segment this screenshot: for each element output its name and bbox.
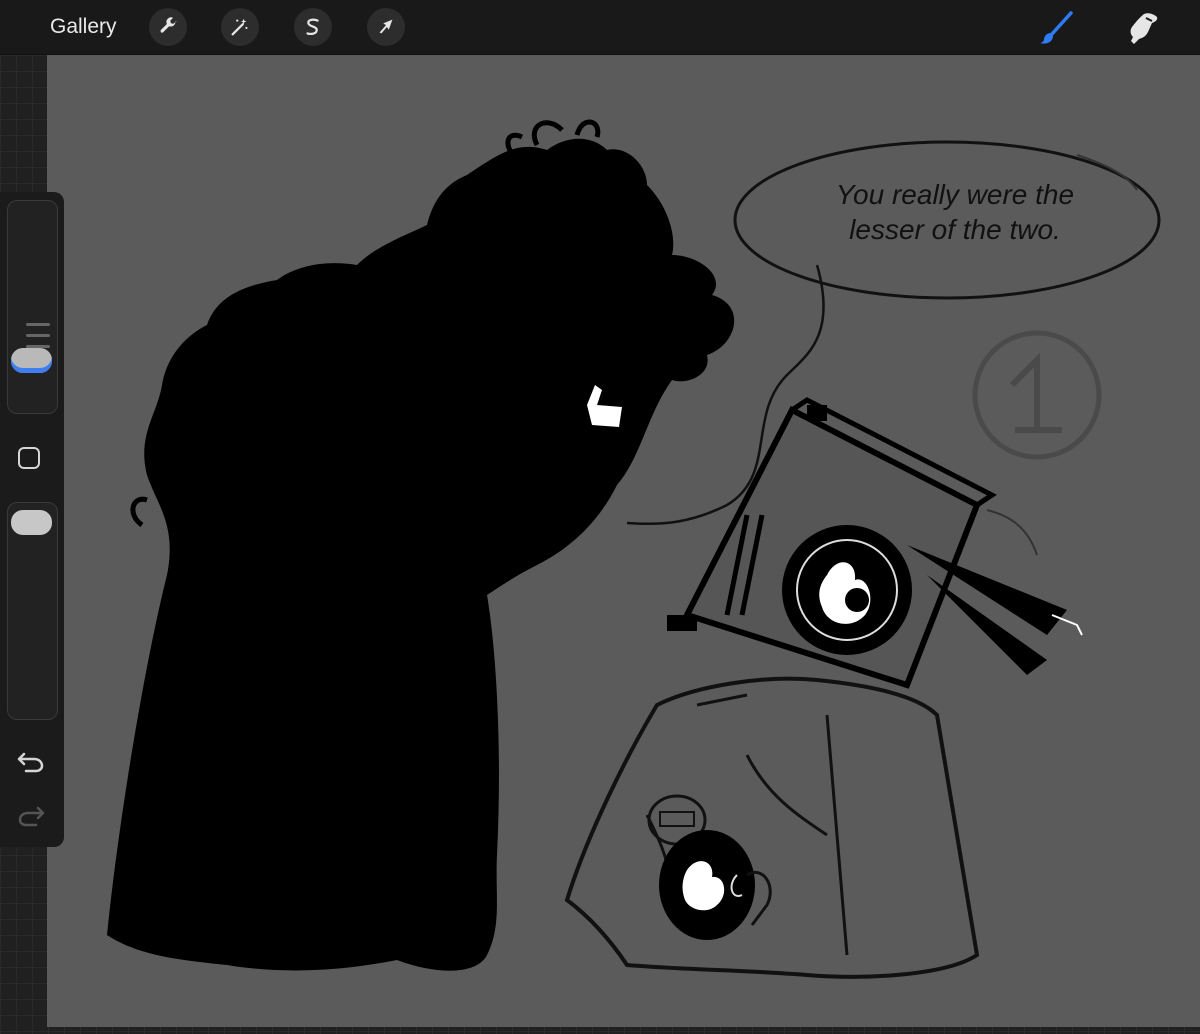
- smudge-tool-button[interactable]: [1122, 8, 1162, 48]
- brush-tool-button[interactable]: [1036, 8, 1076, 48]
- actions-wrench-button[interactable]: [149, 8, 187, 46]
- brush-icon: [1040, 11, 1073, 44]
- slider-grip-line: [26, 334, 50, 337]
- top-toolbar: Gallery: [0, 0, 1200, 55]
- wrench-icon: [160, 17, 177, 33]
- brush-size-thumb[interactable]: [11, 348, 52, 373]
- gallery-button[interactable]: Gallery: [50, 14, 117, 40]
- smudge-icon: [1130, 13, 1158, 44]
- left-sidebar: [0, 192, 64, 847]
- speech-line-1: You really were the: [835, 179, 1075, 210]
- redo-icon[interactable]: [16, 802, 46, 828]
- arrow-cursor-icon: [379, 19, 393, 34]
- magic-wand-icon: [231, 18, 248, 36]
- speech-bubble-text: You really were the lesser of the two.: [817, 177, 1093, 247]
- adjustments-wand-button[interactable]: [221, 8, 259, 46]
- transform-button[interactable]: [367, 8, 405, 46]
- brush-size-slider[interactable]: [7, 200, 58, 414]
- undo-icon[interactable]: [16, 748, 46, 774]
- slider-grip-line: [26, 323, 50, 326]
- speech-line-2: lesser of the two.: [849, 214, 1061, 245]
- opacity-thumb[interactable]: [11, 510, 52, 535]
- selection-s-icon: [306, 18, 319, 36]
- drawing-canvas[interactable]: You really were the lesser of the two.: [47, 55, 1200, 1027]
- selection-button[interactable]: [294, 8, 332, 46]
- square-modify-icon[interactable]: [18, 447, 40, 469]
